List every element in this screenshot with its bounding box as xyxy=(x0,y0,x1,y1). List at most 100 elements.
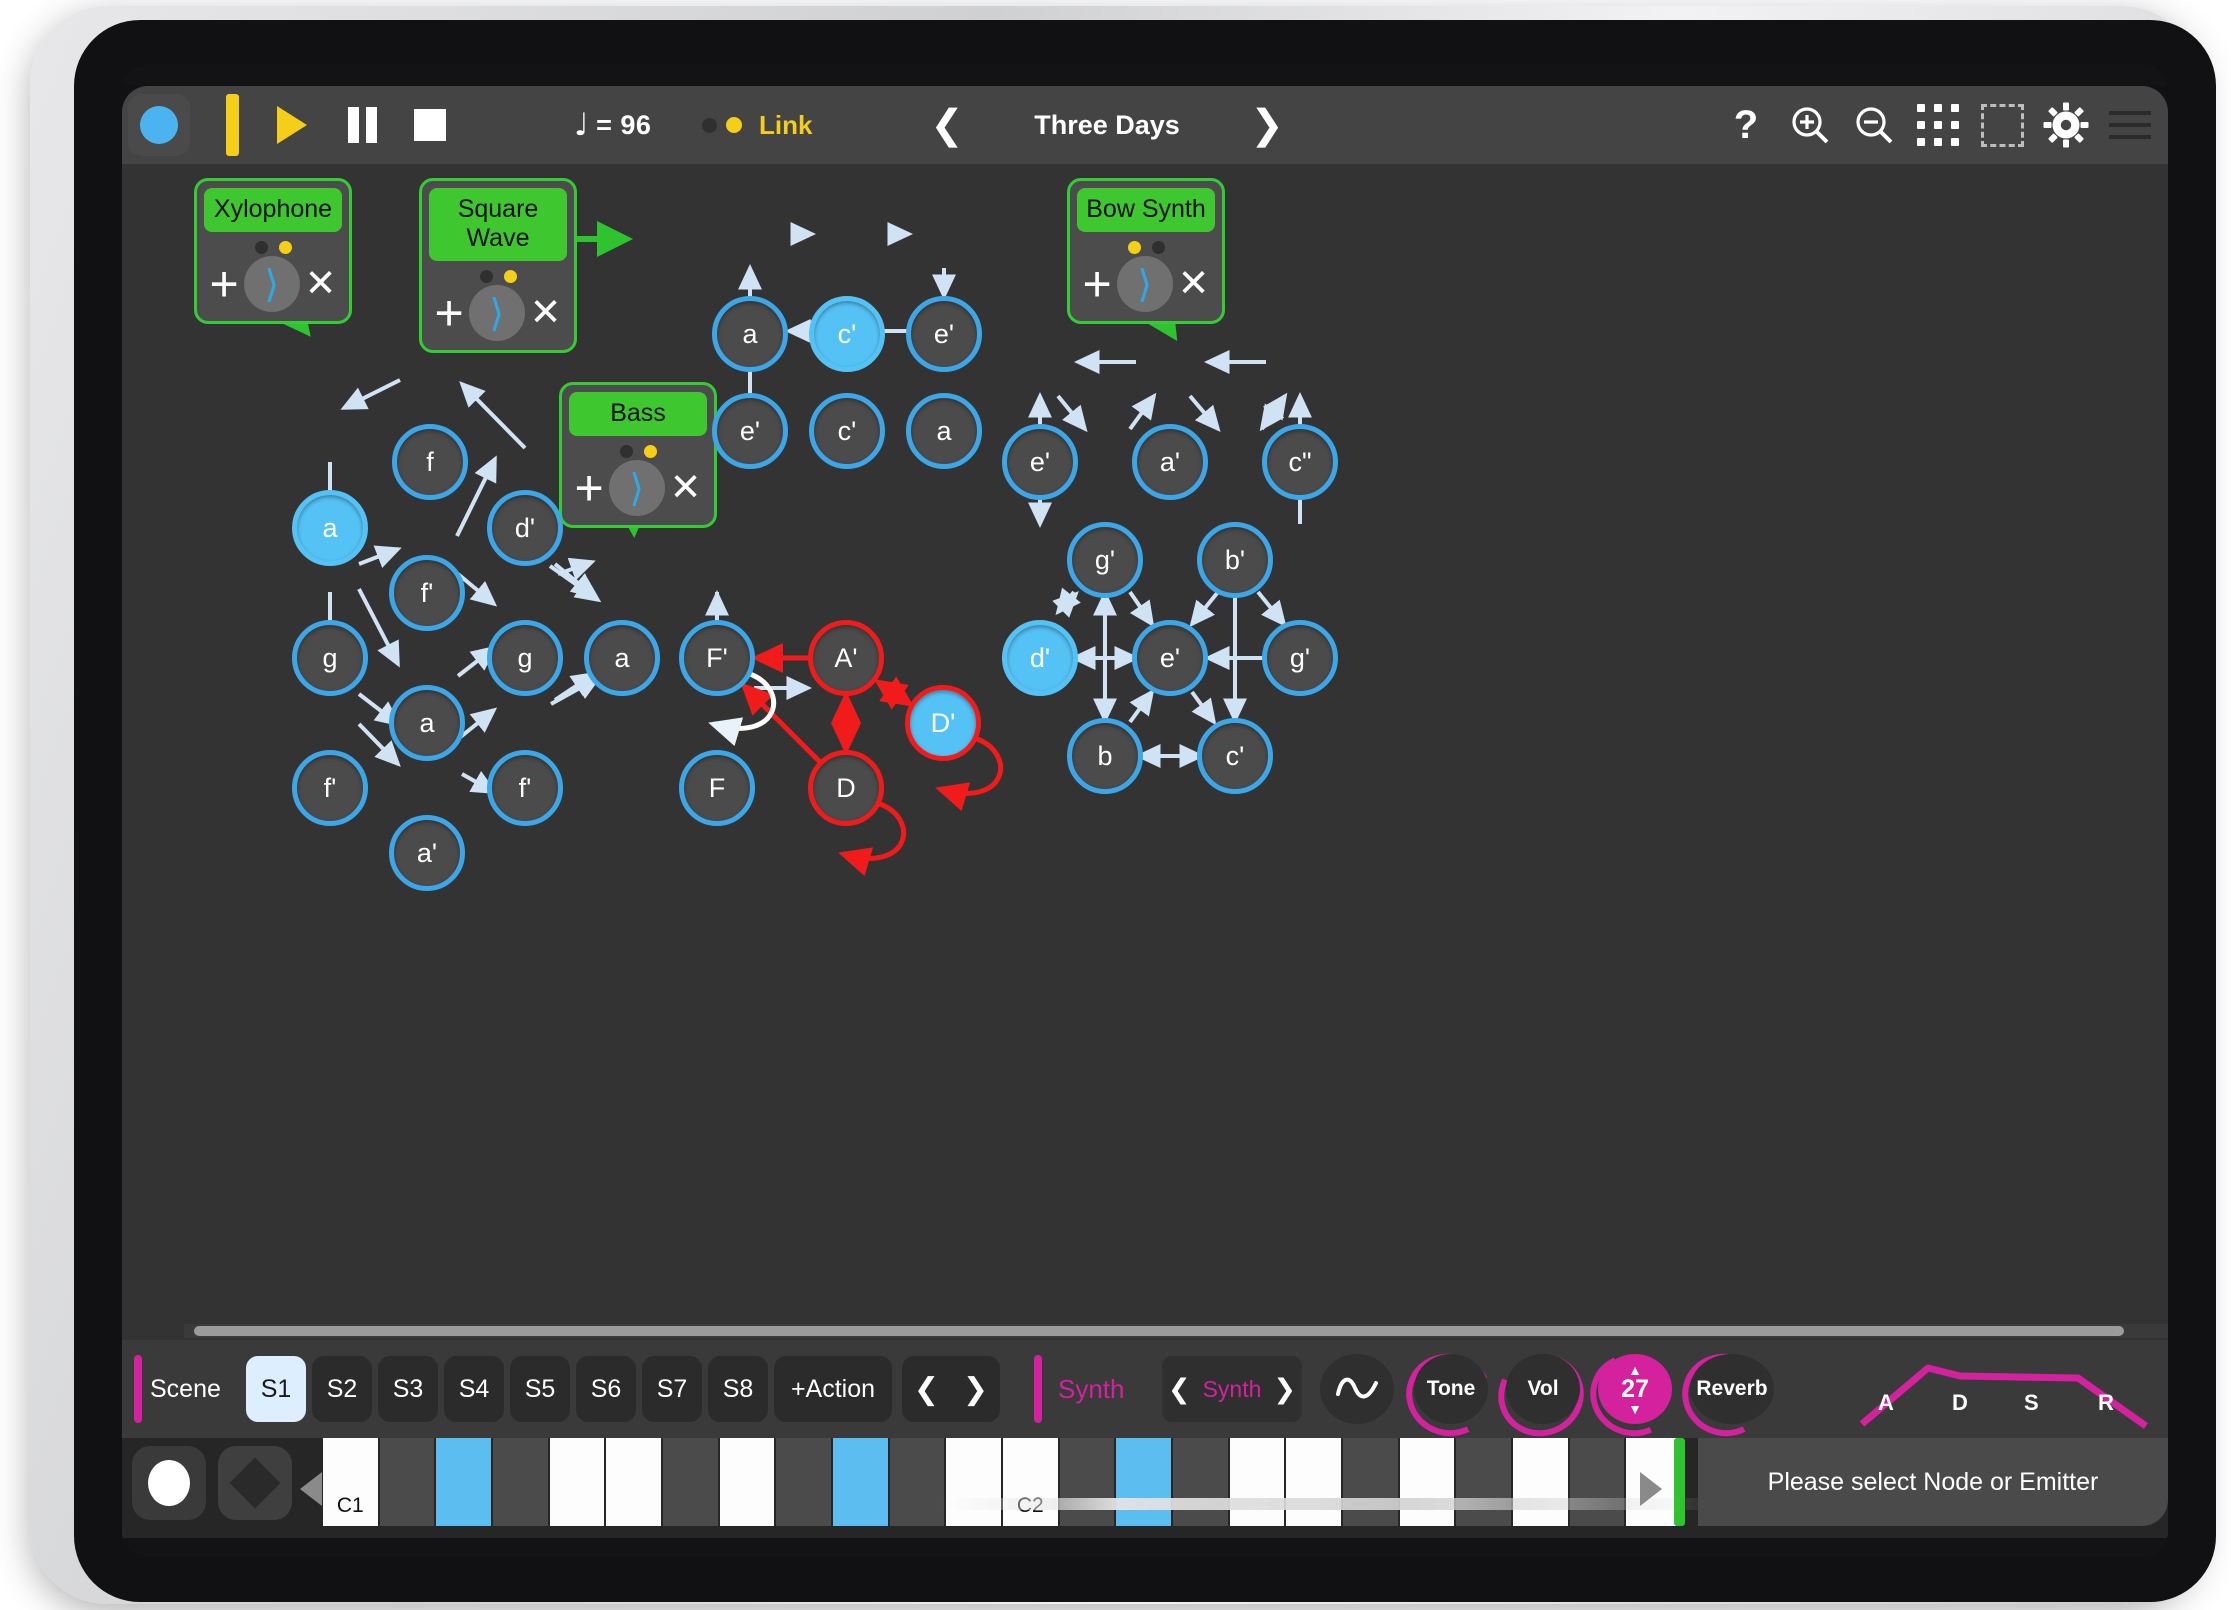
graph-node-x-f[interactable]: f xyxy=(392,424,468,500)
graph-node-b-D[interactable]: D xyxy=(808,750,884,826)
graph-node-s-ep2[interactable]: e' xyxy=(712,393,788,469)
diamond-button[interactable] xyxy=(218,1446,292,1520)
graph-node-w-b[interactable]: b xyxy=(1067,718,1143,794)
graph-node-x-g1[interactable]: g xyxy=(292,620,368,696)
keyboard-scroll-left[interactable] xyxy=(300,1472,322,1506)
piano-key[interactable] xyxy=(1173,1438,1228,1526)
help-button[interactable]: ? xyxy=(1714,86,1778,164)
emitter-close-button[interactable]: ✕ xyxy=(1178,265,1210,302)
emitter-title[interactable]: Xylophone xyxy=(204,188,342,232)
reverb-knob[interactable]: Reverb xyxy=(1690,1354,1774,1424)
graph-node-w-bp[interactable]: b' xyxy=(1197,522,1273,598)
graph-node-b-Fp[interactable]: F' xyxy=(679,620,755,696)
canvas-hscrollbar[interactable] xyxy=(184,1324,2168,1338)
graph-node-b-Dp[interactable]: D' xyxy=(905,685,981,761)
scene-button-s8[interactable]: S8 xyxy=(708,1356,768,1422)
piano-key[interactable] xyxy=(1286,1438,1341,1526)
menu-button[interactable] xyxy=(2098,86,2162,164)
piano-key[interactable]: C1 xyxy=(323,1438,378,1526)
piano-key[interactable] xyxy=(1059,1438,1115,1526)
chevron-left-icon[interactable]: ❮ xyxy=(1168,1374,1191,1405)
marquee-select-button[interactable] xyxy=(1970,86,2034,164)
graph-node-s-a1[interactable]: a xyxy=(712,296,788,372)
grid-button[interactable] xyxy=(1906,86,1970,164)
piano-key[interactable] xyxy=(1116,1438,1171,1526)
emitter-close-button[interactable]: ✕ xyxy=(530,294,562,331)
scene-button-s6[interactable]: S6 xyxy=(576,1356,636,1422)
piano-key[interactable] xyxy=(946,1438,1001,1526)
graph-node-x-fp2[interactable]: f' xyxy=(292,750,368,826)
graph-node-x-fp1[interactable]: f' xyxy=(389,555,465,631)
graph-node-w-cpp[interactable]: c" xyxy=(1262,424,1338,500)
emitter-bow-synth[interactable]: Bow Synth + ⟩ ✕ xyxy=(1067,178,1225,324)
scene-nav[interactable]: ❮ ❯ xyxy=(902,1356,1000,1422)
emitter-title[interactable]: Bow Synth xyxy=(1077,188,1215,232)
graph-node-w-ep2[interactable]: e' xyxy=(1132,620,1208,696)
chevron-right-icon[interactable]: ❯ xyxy=(1273,1374,1296,1405)
zoom-out-button[interactable] xyxy=(1842,86,1906,164)
emitter-play-knob[interactable]: ⟩ xyxy=(468,285,525,341)
piano-key[interactable] xyxy=(833,1438,888,1526)
graph-node-s-a2[interactable]: a xyxy=(906,393,982,469)
tempo-display[interactable]: ♩ = 96 xyxy=(574,86,651,164)
graph-node-w-ap[interactable]: a' xyxy=(1132,424,1208,500)
graph-node-w-gp2[interactable]: g' xyxy=(1262,620,1338,696)
graph-node-x-a1[interactable]: a xyxy=(292,490,368,566)
piano-key[interactable]: C2 xyxy=(1003,1438,1058,1526)
scene-button-s5[interactable]: S5 xyxy=(510,1356,570,1422)
piano-key[interactable] xyxy=(1513,1438,1568,1526)
graph-node-w-dp[interactable]: d' xyxy=(1002,620,1078,696)
keyboard-scroll-right[interactable] xyxy=(1640,1472,1662,1506)
graph-canvas[interactable]: Xylophone + ⟩ ✕ Square Wave + ⟩ ✕ Bass +… xyxy=(122,164,2168,1340)
graph-node-s-ep1[interactable]: e' xyxy=(906,296,982,372)
piano-key[interactable] xyxy=(889,1438,945,1526)
piano-key[interactable] xyxy=(663,1438,718,1526)
record-button[interactable] xyxy=(132,1446,206,1520)
adsr-envelope[interactable]: A D S R xyxy=(1856,1348,2156,1432)
graph-node-x-ap[interactable]: a' xyxy=(389,815,465,891)
chevron-left-icon[interactable]: ❮ xyxy=(914,1372,939,1407)
piano-keys[interactable]: C1 C2 xyxy=(322,1438,1682,1526)
waveform-button[interactable] xyxy=(1320,1354,1394,1424)
zoom-in-button[interactable] xyxy=(1778,86,1842,164)
graph-node-x-a3[interactable]: a xyxy=(389,685,465,761)
graph-node-s-cp1[interactable]: c' xyxy=(809,296,885,372)
pause-button[interactable] xyxy=(334,86,390,164)
song-title[interactable]: Three Days xyxy=(972,86,1242,164)
graph-node-b-F[interactable]: F xyxy=(679,750,755,826)
piano-key[interactable] xyxy=(1569,1438,1625,1526)
next-song-button[interactable]: ❯ xyxy=(1242,86,1292,164)
emitter-play-knob[interactable]: ⟩ xyxy=(243,256,300,312)
synth-selector[interactable]: ❮ Synth ❯ xyxy=(1162,1356,1302,1422)
settings-button[interactable] xyxy=(2034,86,2098,164)
emitter-add-button[interactable]: + xyxy=(209,259,238,309)
scene-button-s1[interactable]: S1 xyxy=(246,1356,306,1422)
graph-node-b-Ap[interactable]: A' xyxy=(808,620,884,696)
keyboard-scrollbar[interactable] xyxy=(942,1498,1722,1510)
graph-node-w-cp[interactable]: c' xyxy=(1197,718,1273,794)
app-logo-icon[interactable] xyxy=(128,94,190,156)
emitter-play-knob[interactable]: ⟩ xyxy=(608,460,665,516)
emitter-add-button[interactable]: + xyxy=(434,288,463,338)
piano-key[interactable] xyxy=(436,1438,491,1526)
add-action-button[interactable]: +Action xyxy=(774,1356,892,1422)
emitter-close-button[interactable]: ✕ xyxy=(670,469,702,506)
graph-node-x-g2[interactable]: g xyxy=(487,620,563,696)
piano-key[interactable] xyxy=(719,1438,775,1526)
emitter-close-button[interactable]: ✕ xyxy=(305,265,337,302)
link-toggle[interactable]: Link xyxy=(702,86,812,164)
scene-button-s7[interactable]: S7 xyxy=(642,1356,702,1422)
piano-key[interactable] xyxy=(1456,1438,1511,1526)
emitter-bass[interactable]: Bass + ⟩ ✕ xyxy=(559,382,717,528)
tone-knob[interactable]: Tone xyxy=(1414,1354,1488,1424)
piano-key[interactable] xyxy=(1399,1438,1455,1526)
value-stepper[interactable]: ▲ 27 ▼ xyxy=(1598,1354,1672,1424)
piano-key[interactable] xyxy=(493,1438,548,1526)
vol-knob[interactable]: Vol xyxy=(1506,1354,1580,1424)
emitter-title[interactable]: Square Wave xyxy=(429,188,567,261)
chevron-right-icon[interactable]: ❯ xyxy=(963,1372,988,1407)
prev-song-button[interactable]: ❮ xyxy=(922,86,972,164)
emitter-title[interactable]: Bass xyxy=(569,392,707,436)
piano-key[interactable] xyxy=(379,1438,435,1526)
piano-key[interactable] xyxy=(1229,1438,1285,1526)
